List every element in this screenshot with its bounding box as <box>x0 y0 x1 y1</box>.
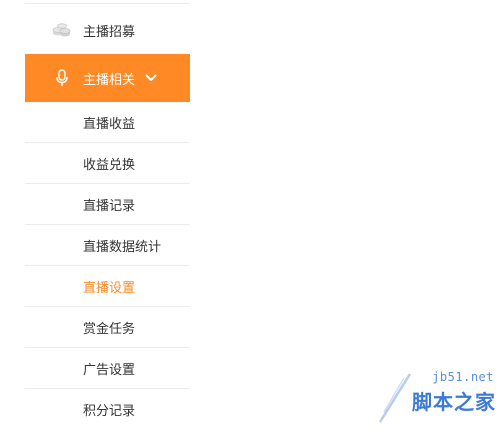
sidebar-item-label: 主播招募 <box>83 24 136 40</box>
submenu-item-bounty-tasks[interactable]: 赏金任务 <box>25 307 190 348</box>
submenu-item-live-statistics[interactable]: 直播数据统计 <box>25 225 190 266</box>
page: 主播招募 主播相关 直播收益 收益兑换 直播记录 直播数据统计 直播设置 赏金任… <box>0 0 500 432</box>
sidebar-item-label: 主播相关 <box>83 72 136 88</box>
divider <box>25 3 190 4</box>
microphone-icon <box>51 67 73 89</box>
coins-icon <box>51 19 73 41</box>
watermark-graphic <box>378 373 412 423</box>
submenu-item-earnings-exchange[interactable]: 收益兑换 <box>25 143 190 184</box>
submenu-list: 直播收益 收益兑换 直播记录 直播数据统计 直播设置 赏金任务 广告设置 积分记… <box>25 102 190 430</box>
chevron-down-icon <box>145 74 157 82</box>
submenu-item-points-records[interactable]: 积分记录 <box>25 389 190 430</box>
sidebar-item-anchor-related[interactable]: 主播相关 <box>25 54 190 102</box>
watermark-name: 脚本之家 <box>412 390 496 414</box>
sidebar-item-anchor-recruit[interactable]: 主播招募 <box>25 6 190 54</box>
submenu-item-live-records[interactable]: 直播记录 <box>25 184 190 225</box>
submenu-item-live-earnings[interactable]: 直播收益 <box>25 102 190 143</box>
watermark-url: jb51.net <box>432 370 494 384</box>
watermark: jb51.net 脚本之家 <box>356 370 496 428</box>
sidebar-menu: 主播招募 主播相关 直播收益 收益兑换 直播记录 直播数据统计 直播设置 赏金任… <box>25 0 190 432</box>
submenu-item-live-settings[interactable]: 直播设置 <box>25 266 190 307</box>
submenu-item-ad-settings[interactable]: 广告设置 <box>25 348 190 389</box>
